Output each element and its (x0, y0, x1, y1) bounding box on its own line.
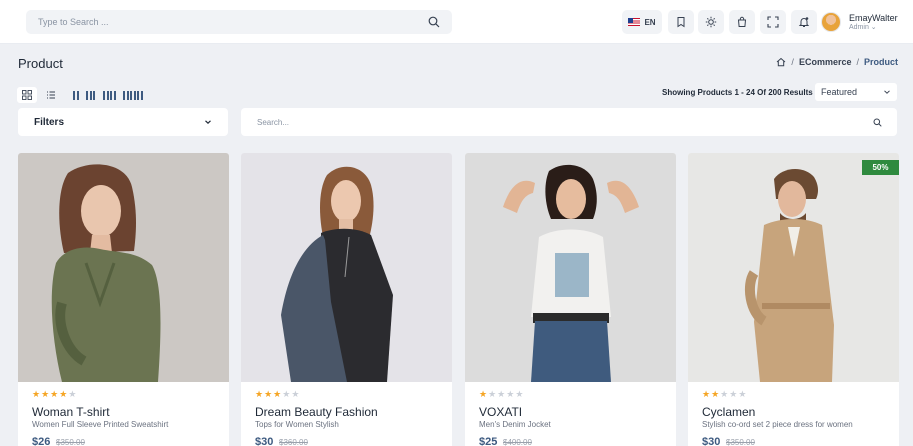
top-header: EN EmayWalter Admin ⌄ (0, 0, 913, 44)
product-image[interactable] (688, 153, 899, 382)
list-view-button[interactable] (41, 87, 61, 103)
bell-icon (798, 17, 810, 27)
product-description: Stylish co-ord set 2 piece dress for wom… (702, 420, 853, 429)
rating-stars: ★ ★ ★ ★ ★ (32, 389, 77, 399)
product-description: Women Full Sleeve Printed Sweatshirt (32, 420, 169, 429)
product-price: $30 (702, 436, 721, 446)
breadcrumb-ecommerce[interactable]: ECommerce (799, 57, 852, 67)
bookmark-icon (677, 17, 685, 28)
theme-toggle-button[interactable] (698, 10, 724, 34)
model-photo (688, 153, 899, 382)
product-old-price: $360.00 (279, 438, 308, 446)
product-card[interactable]: ★ ★ ★ ★ ★ Woman T-shirt Women Full Sleeve Pr… (18, 153, 229, 446)
grid-icon (22, 90, 32, 100)
product-old-price: $400.00 (503, 438, 532, 446)
sort-value: Featured (821, 87, 858, 97)
three-column-button[interactable] (86, 91, 95, 100)
language-selector[interactable]: EN (622, 10, 662, 34)
product-card[interactable]: ★ ★ ★ ★ ★ VOXATI Men's Denim Jocket $25 $400… (465, 153, 676, 446)
chevron-down-icon (205, 120, 211, 125)
breadcrumb-separator: / (856, 57, 859, 67)
search-icon[interactable] (873, 118, 882, 127)
breadcrumb: / ECommerce / Product (776, 57, 898, 67)
product-search-placeholder: Search... (257, 117, 290, 127)
product-price: $30 (255, 436, 274, 446)
product-description: Tops for Women Stylish (255, 420, 339, 429)
shopping-bag-icon (737, 16, 747, 27)
product-price: $25 (479, 436, 498, 446)
sort-select[interactable]: Featured (815, 83, 897, 101)
us-flag-icon (628, 18, 641, 26)
user-avatar[interactable] (821, 12, 841, 32)
user-name[interactable]: EmayWalter (849, 13, 898, 23)
product-card[interactable]: ★ ★ ★ ★ ★ Dream Beauty Fashion Tops for Wome… (241, 153, 452, 446)
fullscreen-icon (767, 16, 779, 28)
model-photo (241, 153, 452, 382)
bookmark-button[interactable] (668, 10, 694, 34)
global-search-input[interactable] (38, 17, 428, 27)
product-description: Men's Denim Jocket (479, 420, 551, 429)
product-image[interactable] (465, 153, 676, 382)
home-icon[interactable] (776, 57, 786, 67)
language-label: EN (644, 17, 656, 27)
discount-badge: 50% (862, 160, 899, 175)
global-search[interactable] (26, 10, 452, 34)
rating-stars: ★ ★ ★ ★ ★ (702, 389, 747, 399)
six-column-button[interactable] (123, 91, 143, 100)
product-name[interactable]: Cyclamen (702, 405, 755, 419)
breadcrumb-separator: / (791, 57, 794, 67)
product-old-price: $350.00 (56, 438, 85, 446)
rating-stars: ★ ★ ★ ★ ★ (479, 389, 524, 399)
product-old-price: $350.00 (726, 438, 755, 446)
page-title: Product (18, 56, 63, 71)
filters-dropdown[interactable]: Filters (18, 108, 228, 136)
four-column-button[interactable] (103, 91, 116, 100)
product-image[interactable] (18, 153, 229, 382)
notifications-button[interactable] (791, 10, 817, 34)
cart-button[interactable] (729, 10, 755, 34)
breadcrumb-current: Product (863, 57, 898, 67)
product-name[interactable]: Woman T-shirt (32, 405, 110, 419)
fullscreen-button[interactable] (760, 10, 786, 34)
filters-label: Filters (34, 116, 65, 128)
user-role[interactable]: Admin ⌄ (849, 23, 877, 31)
rating-stars: ★ ★ ★ ★ ★ (255, 389, 300, 399)
two-column-button[interactable] (73, 91, 79, 100)
list-icon (47, 91, 55, 99)
product-card[interactable]: 50% ★ ★ ★ ★ ★ Cyclamen Stylish co-ord set 2 … (688, 153, 899, 446)
search-icon[interactable] (428, 16, 440, 28)
model-photo (18, 153, 229, 382)
sun-icon (705, 16, 717, 28)
model-photo (465, 153, 676, 382)
product-image[interactable] (241, 153, 452, 382)
product-price: $26 (32, 436, 51, 446)
grid-view-button[interactable] (17, 87, 37, 103)
results-count: Showing Products 1 - 24 Of 200 Results (662, 88, 813, 97)
chevron-down-icon (884, 90, 890, 94)
product-search[interactable]: Search... (241, 108, 897, 136)
product-name[interactable]: Dream Beauty Fashion (255, 405, 378, 419)
product-name[interactable]: VOXATI (479, 405, 522, 419)
